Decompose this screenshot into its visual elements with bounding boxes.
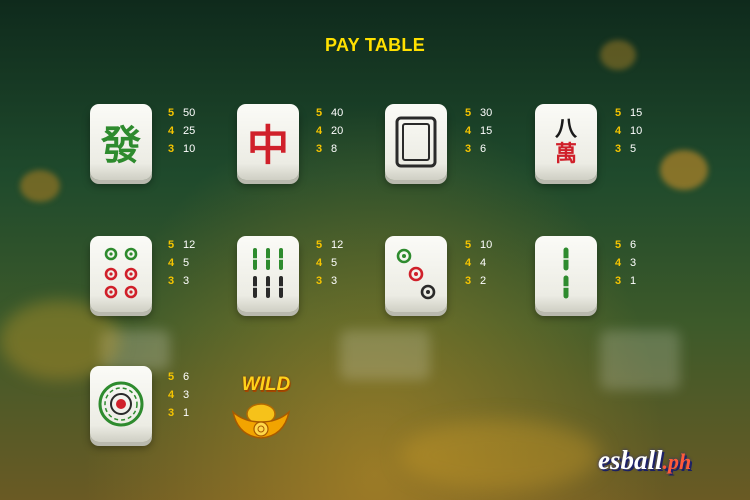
red-zhong-tile-icon: 中 xyxy=(237,104,299,180)
paytable-symbol-2: 5 40 4 20 38 xyxy=(316,107,344,155)
eight-wan-tile-icon: 八 萬 xyxy=(535,104,597,180)
three-dots-tile-icon xyxy=(385,236,447,312)
two-bamboo-tile-icon xyxy=(535,236,597,312)
esball-logo: esball.ph xyxy=(598,443,740,483)
paytable-symbol-7: 5 10 44 32 xyxy=(465,239,493,287)
background-bokeh xyxy=(400,420,600,490)
six-bamboo-tile-icon xyxy=(237,236,299,312)
six-dots-tile-icon xyxy=(90,236,152,312)
background-bokeh xyxy=(660,150,708,190)
one-dot-tile-icon xyxy=(90,366,152,442)
page-title: PAY TABLE xyxy=(324,35,426,55)
paytable-symbol-6: 5 12 45 33 xyxy=(316,239,344,287)
background-bokeh xyxy=(600,330,680,390)
logo-text: esball.ph xyxy=(598,445,692,475)
green-fa-tile-icon: 發 xyxy=(90,104,152,180)
gold-ingot-icon xyxy=(231,403,291,439)
paytable-symbol-5: 5 12 45 33 xyxy=(168,239,196,287)
white-dragon-tile-icon xyxy=(385,104,447,180)
background-bokeh xyxy=(340,330,430,380)
paytable-symbol-4: 5 15 4 10 35 xyxy=(615,107,643,155)
paytable-symbol-1: 5 50 4 25 3 10 xyxy=(168,107,196,155)
wild-symbol: WILD xyxy=(226,374,306,444)
paytable-symbol-9: 56 43 31 xyxy=(168,371,190,419)
paytable-symbol-3: 5 30 4 15 36 xyxy=(465,107,493,155)
paytable-symbol-8: 56 43 31 xyxy=(615,239,637,287)
background-bokeh xyxy=(20,170,60,202)
wild-label: WILD xyxy=(241,374,291,395)
